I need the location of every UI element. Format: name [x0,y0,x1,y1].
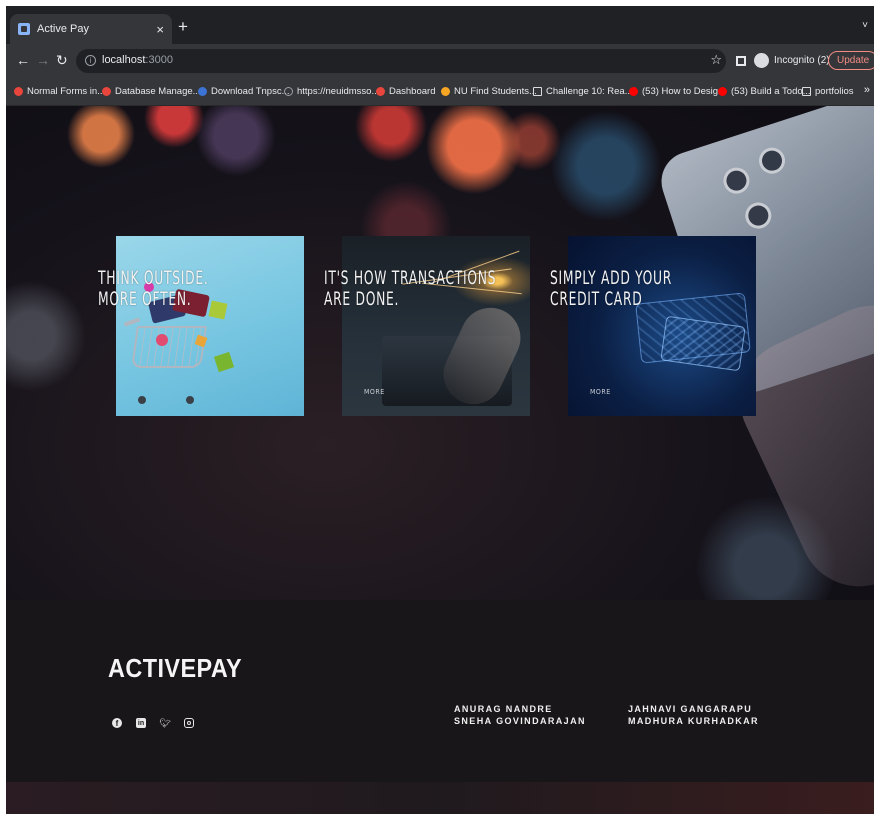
bookmark-download-tnpsc[interactable]: Download Tnpsc... [198,86,290,97]
bookmark-label: Normal Forms in... [27,86,106,97]
tab-active-pay[interactable]: Active Pay × [10,14,172,44]
bookmark-favicon-icon [198,87,207,96]
bookmark-star-icon[interactable]: ☆ [710,52,722,68]
card-heading: SIMPLY ADD YOUR CREDIT CARD [550,268,672,310]
address-bar[interactable]: i localhost:3000 ☆ [76,49,726,73]
card-heading-line: CREDIT CARD [550,288,643,310]
address-url[interactable]: localhost:3000 [102,54,173,66]
bookmark-neuidmsso[interactable]: https://neuidmsso... [284,86,379,97]
team-member-name: JAHNAVI GANGARAPU [628,704,753,714]
bookmark-label: Dashboard [389,86,436,97]
bookmark-label: (53) How to Desig... [642,86,726,97]
more-bookmarks-button[interactable]: » [864,84,870,96]
linkedin-icon[interactable]: in [136,718,146,728]
card-heading-line: IT'S HOW TRANSACTIONS [324,267,497,289]
cart-basket [131,326,207,368]
side-panel-icon[interactable] [736,56,746,66]
card-heading: THINK OUTSIDE. MORE OFTEN. [98,268,208,310]
camera-lens [741,199,775,232]
forward-arrow-icon[interactable]: → [36,52,50,68]
update-button[interactable]: Update [828,51,874,70]
card-heading-line: MORE OFTEN. [98,288,192,310]
browser-toolbar: ← → ↻ i localhost:3000 ☆ Incognito (2) U… [6,44,874,78]
instagram-icon[interactable] [184,718,194,728]
social-links: f in 🐦︎ [112,718,194,728]
bookmark-favicon-icon [376,87,385,96]
bookmark-favicon-icon [14,87,23,96]
team-names-column: JAHNAVI GANGARAPU MADHURA KURHADKAR [628,703,759,727]
tab-search-chevron-icon[interactable]: ˅ [862,20,868,31]
card-heading: IT'S HOW TRANSACTIONS ARE DONE. [324,268,496,310]
cart-wheel [138,396,146,404]
bookmark-label: Challenge 10: Rea... [546,86,633,97]
bookmarks-bar: Normal Forms in... Database Manage... Do… [6,78,874,106]
site-footer: ACTIVEPAY f in 🐦︎ ANURAG NANDRE SNEHA GO… [6,600,874,782]
youtube-icon [629,87,638,96]
new-tab-button[interactable]: + [178,17,188,37]
team-member-name: SNEHA GOVINDARAJAN [454,716,586,726]
facebook-icon[interactable]: f [112,718,122,728]
camera-lens [720,164,753,198]
bookmark-label: (53) Build a Todo... [731,86,811,97]
bookmark-build-a-todo[interactable]: (53) Build a Todo... [718,86,811,97]
back-arrow-icon[interactable]: ← [16,52,30,68]
bookmark-normal-forms[interactable]: Normal Forms in... [14,86,105,97]
bookmark-nu-find-students[interactable]: NU Find Students... [441,86,537,97]
bookmark-favicon-icon [441,87,450,96]
bookmark-portfolios[interactable]: portfolios [802,86,854,97]
twitter-icon[interactable]: 🐦︎ [159,718,170,728]
digital-hand-image [660,315,746,372]
reload-icon[interactable]: ↻ [56,52,68,69]
bookmark-label: https://neuidmsso... [297,86,380,97]
bookmark-dashboard[interactable]: Dashboard [376,86,435,97]
camera-lens [755,144,789,178]
page-viewport: MORE MORE THINK OUTSIDE. MORE OFTEN. IT'… [6,106,874,814]
tab-strip: Active Pay × + ˅ [6,6,874,44]
footer-brand: ACTIVEPAY [108,653,243,683]
bookmark-how-to-design[interactable]: (53) How to Desig... [629,86,726,97]
bookmark-label: portfolios [815,86,854,97]
card-credit-card[interactable]: MORE [568,236,756,416]
card-heading-line: SIMPLY ADD YOUR [550,267,673,289]
bookmark-database-manage[interactable]: Database Manage... [102,86,201,97]
globe-icon [284,87,293,96]
card-heading-line: ARE DONE. [324,288,400,310]
bookmark-challenge-10[interactable]: Challenge 10: Rea... [533,86,633,97]
incognito-avatar-icon [754,53,769,68]
folder-icon [802,87,811,96]
gift-box-image [208,300,228,320]
team-member-name: ANURAG NANDRE [454,704,553,714]
incognito-profile[interactable]: Incognito (2) [754,53,830,68]
more-link[interactable]: MORE [364,388,385,396]
tab-close-button[interactable]: × [156,22,164,37]
bookmark-label: Database Manage... [115,86,201,97]
gift-box-image [213,351,235,373]
browser-window: Active Pay × + ˅ ← → ↻ i localhost:3000 … [6,6,874,814]
youtube-icon [718,87,727,96]
cart-wheel [186,396,194,404]
card-shopping-cart[interactable] [116,236,304,416]
bottom-background-strip [6,782,874,814]
site-favicon-icon [18,23,30,35]
incognito-label: Incognito (2) [774,55,830,66]
bookmark-label: Download Tnpsc... [211,86,290,97]
more-link[interactable]: MORE [590,388,611,396]
card-heading-line: THINK OUTSIDE. [98,267,209,289]
team-names-column: ANURAG NANDRE SNEHA GOVINDARAJAN [454,703,586,727]
page-icon [533,87,542,96]
site-info-icon[interactable]: i [85,55,96,66]
ornament-image [156,334,168,346]
card-transactions[interactable]: MORE [342,236,530,416]
bookmark-label: NU Find Students... [454,86,537,97]
team-member-name: MADHURA KURHADKAR [628,716,759,726]
tab-title: Active Pay [37,23,89,35]
bookmark-favicon-icon [102,87,111,96]
url-port: :3000 [145,54,173,66]
url-host: localhost [102,54,146,66]
